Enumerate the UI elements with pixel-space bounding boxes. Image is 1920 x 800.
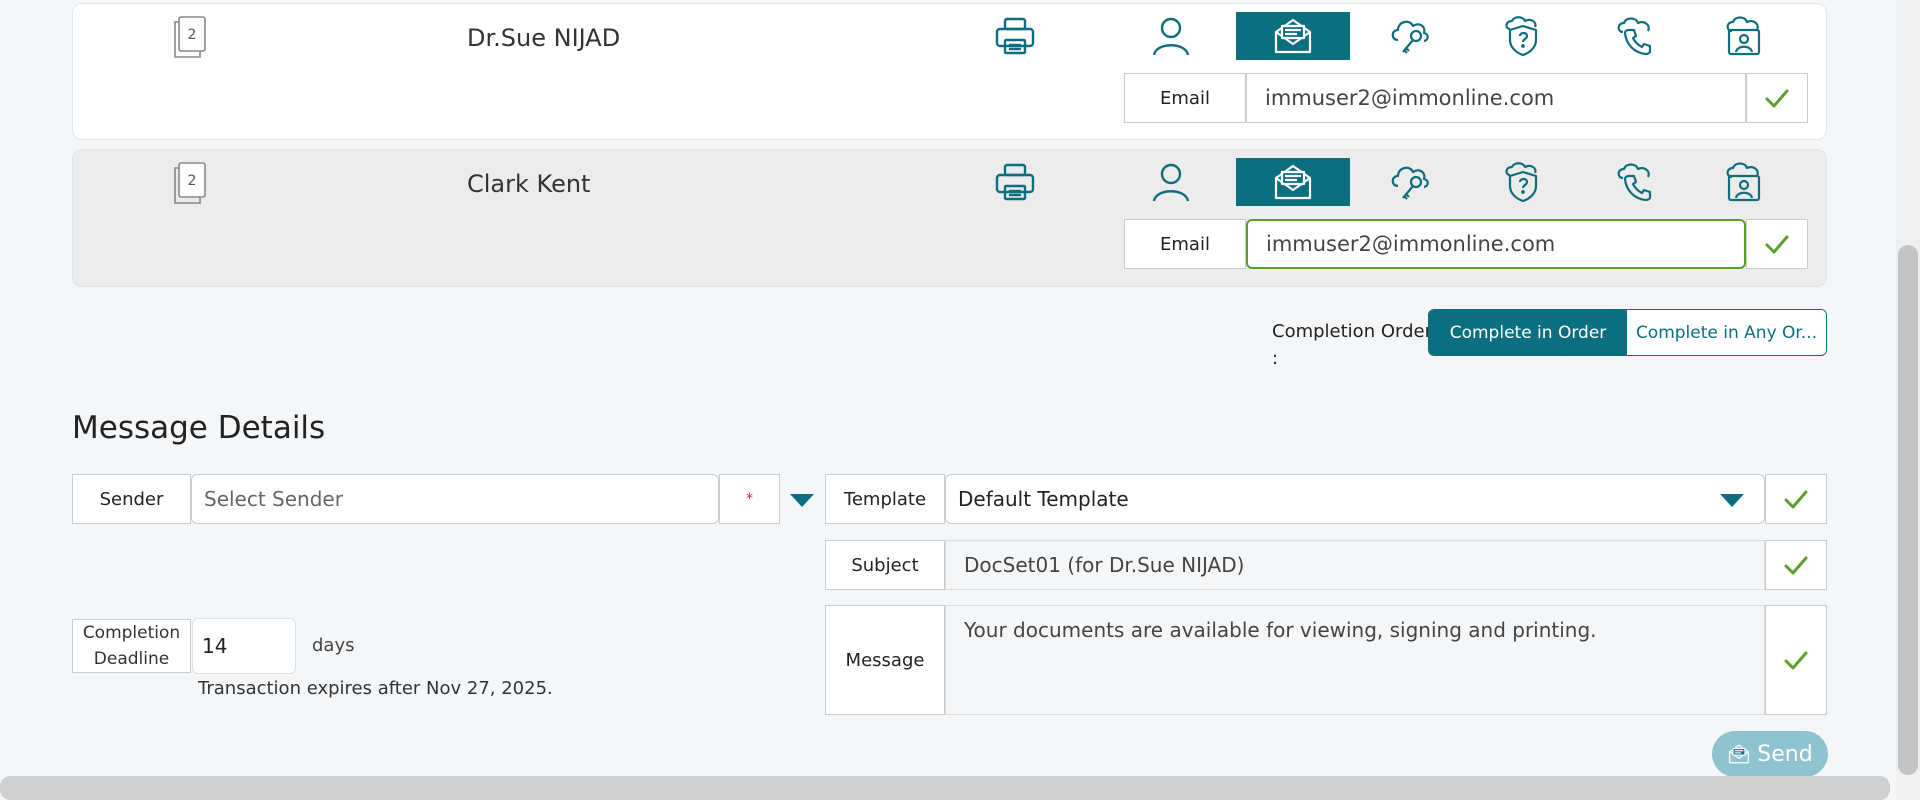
documents-icon[interactable]	[173, 16, 207, 58]
template-value: Default Template	[958, 487, 1129, 511]
phone-icon[interactable]	[1605, 12, 1665, 60]
message-row: Message Your documents are available for…	[825, 605, 1827, 715]
send-mail-icon	[1727, 742, 1751, 766]
sender-placeholder: Select Sender	[204, 487, 343, 511]
print-icon[interactable]	[985, 158, 1045, 206]
check-icon[interactable]	[1746, 219, 1808, 269]
id-card-icon[interactable]	[1714, 158, 1774, 206]
template-label: Template	[825, 474, 945, 524]
email-row: Email immuser2@immonline.com	[1124, 73, 1808, 123]
completion-order-label: Completion Order :	[1272, 321, 1432, 369]
deadline-label: Completion Deadline	[72, 619, 191, 673]
cloud-key-icon[interactable]	[1380, 158, 1440, 206]
section-title: Message Details	[72, 410, 326, 446]
subject-input[interactable]: DocSet01 (for Dr.Sue NIJAD)	[945, 540, 1765, 590]
complete-any-order-option[interactable]: Complete in Any Or...	[1627, 310, 1826, 355]
caret-down-icon	[1720, 494, 1744, 507]
check-icon	[1765, 605, 1827, 715]
shield-question-icon[interactable]	[1493, 12, 1553, 60]
send-button[interactable]: Send	[1712, 731, 1828, 777]
expiry-text: Transaction expires after Nov 27, 2025.	[198, 678, 553, 699]
check-icon	[1765, 474, 1827, 524]
message-textarea[interactable]: Your documents are available for viewing…	[945, 605, 1765, 715]
id-card-icon[interactable]	[1714, 12, 1774, 60]
email-input[interactable]: immuser2@immonline.com	[1246, 73, 1746, 123]
phone-icon[interactable]	[1605, 158, 1665, 206]
deadline-input[interactable]: 14	[192, 618, 296, 674]
print-icon[interactable]	[985, 12, 1045, 60]
deadline-unit: days	[312, 635, 355, 656]
sender-row: Sender Select Sender *	[72, 474, 814, 524]
recipient-name: Dr.Sue NIJAD	[467, 24, 621, 52]
recipient-name: Clark Kent	[467, 170, 591, 198]
caret-down-icon	[790, 494, 814, 507]
email-label: Email	[1124, 219, 1246, 269]
user-icon[interactable]	[1141, 158, 1201, 206]
email-row: Email immuser2@immonline.com	[1124, 219, 1808, 269]
shield-question-icon[interactable]	[1493, 158, 1553, 206]
email-label: Email	[1124, 73, 1246, 123]
check-icon[interactable]	[1746, 73, 1808, 123]
template-row: Template Default Template	[825, 474, 1827, 524]
message-label: Message	[825, 605, 945, 715]
vertical-scrollbar-thumb[interactable]	[1898, 245, 1918, 775]
template-select[interactable]: Default Template	[945, 474, 1765, 524]
required-indicator: *	[719, 474, 780, 524]
check-icon	[1765, 540, 1827, 590]
recipient-card: Clark Kent Email immuser2@immonline.com	[72, 149, 1827, 287]
email-icon[interactable]	[1236, 12, 1350, 60]
email-icon[interactable]	[1236, 158, 1350, 206]
send-label: Send	[1757, 741, 1813, 767]
user-icon[interactable]	[1141, 12, 1201, 60]
complete-in-order-option[interactable]: Complete in Order	[1429, 310, 1627, 355]
documents-icon[interactable]	[173, 162, 207, 204]
email-input[interactable]: immuser2@immonline.com	[1246, 219, 1746, 269]
recipient-card: Dr.Sue NIJAD Email immuser2@immonline.co…	[72, 3, 1827, 140]
cloud-key-icon[interactable]	[1380, 12, 1440, 60]
horizontal-scrollbar[interactable]	[0, 776, 1890, 800]
subject-row: Subject DocSet01 (for Dr.Sue NIJAD)	[825, 540, 1827, 590]
sender-select[interactable]: Select Sender	[191, 474, 814, 524]
sender-label: Sender	[72, 474, 191, 524]
subject-label: Subject	[825, 540, 945, 590]
completion-order-toggle: Complete in Order Complete in Any Or...	[1428, 309, 1827, 356]
